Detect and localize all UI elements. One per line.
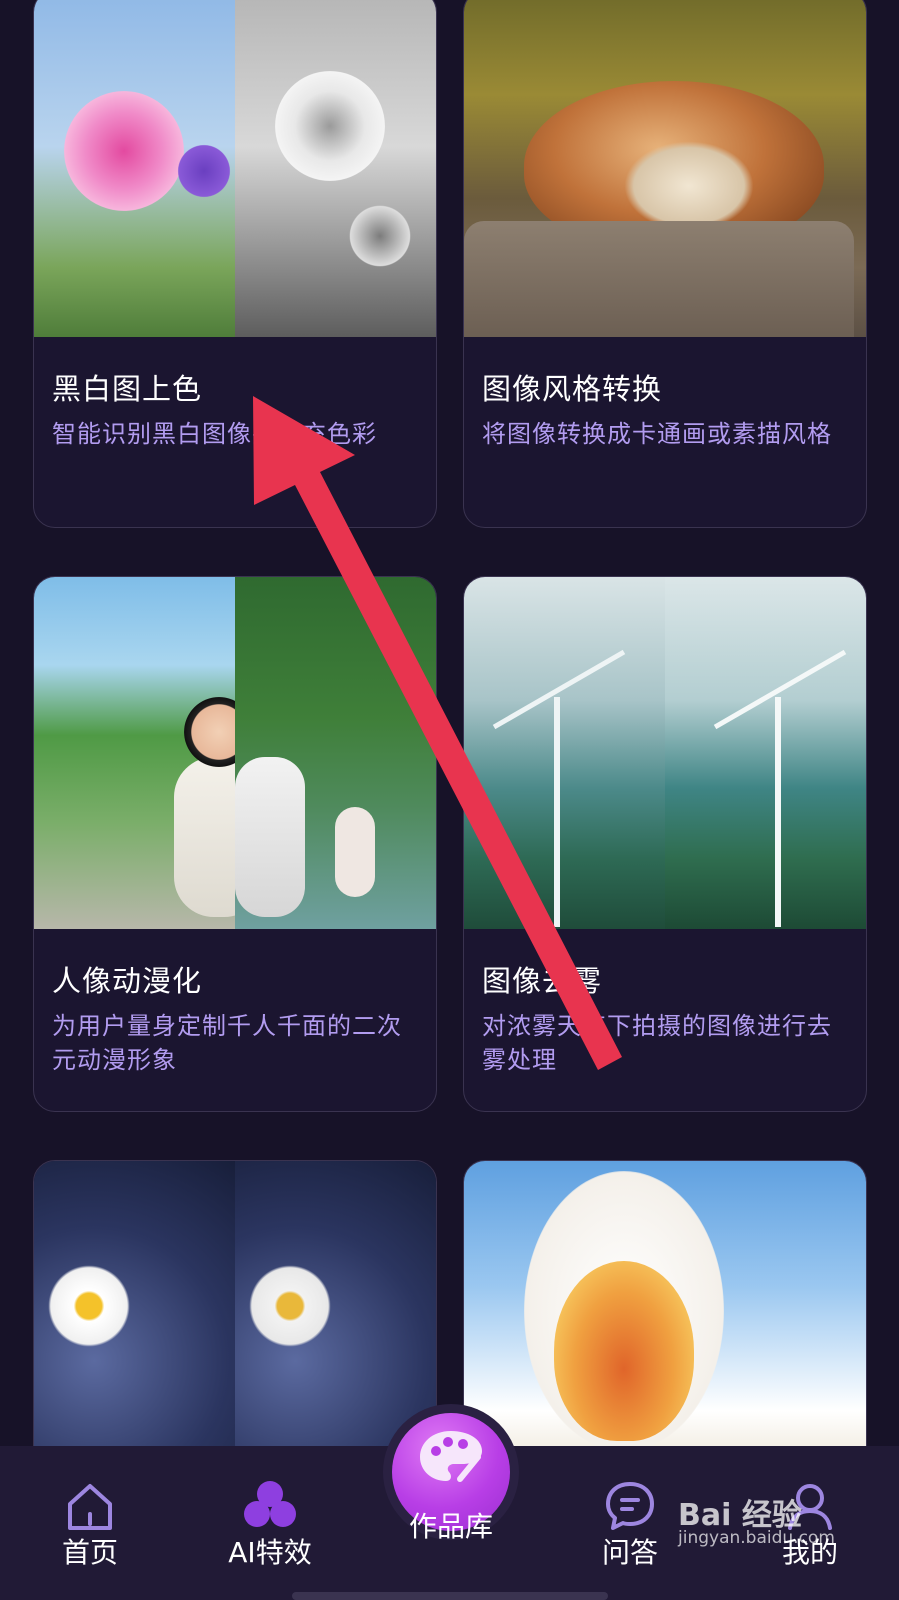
ai-effects-icon	[240, 1478, 300, 1538]
card-thumbnail	[464, 0, 866, 337]
thumbnail-anime-half	[34, 577, 264, 929]
feature-card-style-transfer[interactable]: 图像风格转换 将图像转换成卡通画或素描风格	[463, 0, 867, 528]
home-icon	[62, 1478, 118, 1538]
feature-card-colorize[interactable]: 黑白图上色 智能识别黑白图像并填充色彩	[33, 0, 437, 528]
palette-icon	[416, 1427, 486, 1491]
thumbnail-bw-half	[235, 0, 436, 337]
feature-card-anime-portrait[interactable]: 人像动漫化 为用户量身定制千人千面的二次元动漫形象	[33, 576, 437, 1112]
chat-icon	[602, 1478, 658, 1538]
card-title: 人像动漫化	[52, 964, 203, 998]
feature-card-dehaze[interactable]: 图像去雾 对浓雾天气下拍摄的图像进行去雾处理	[463, 576, 867, 1112]
card-description: 智能识别黑白图像并填充色彩	[52, 420, 377, 448]
tab-label: AI特效	[228, 1536, 312, 1569]
card-title: 黑白图上色	[52, 372, 203, 406]
thumbnail-color-half	[34, 0, 235, 337]
card-title: 图像去雾	[482, 964, 603, 998]
card-description: 将图像转换成卡通画或素描风格	[482, 420, 832, 448]
baidu-watermark-url: jingyan.baidu.com	[678, 1528, 835, 1548]
card-thumbnail	[464, 577, 866, 929]
tab-label: 首页	[61, 1536, 118, 1569]
card-thumbnail	[34, 577, 436, 929]
card-thumbnail	[34, 0, 436, 337]
thumbnail-hazy-half	[464, 577, 665, 929]
tab-home[interactable]: 首页	[20, 1446, 160, 1600]
card-description: 为用户量身定制千人千面的二次元动漫形象	[52, 1012, 402, 1074]
thumbnail-clear-half	[665, 577, 866, 929]
tab-label-gallery: 作品库	[408, 1510, 493, 1543]
home-indicator[interactable]	[292, 1592, 608, 1600]
card-title: 图像风格转换	[482, 372, 663, 406]
app-screen: 黑白图上色 智能识别黑白图像并填充色彩 图像风格转换 将图像转换成卡通画或素描风…	[0, 0, 899, 1600]
thumbnail-photo-half	[235, 577, 436, 929]
card-description: 对浓雾天气下拍摄的图像进行去雾处理	[482, 1012, 832, 1074]
tab-ai-effects[interactable]: AI特效	[200, 1446, 340, 1600]
